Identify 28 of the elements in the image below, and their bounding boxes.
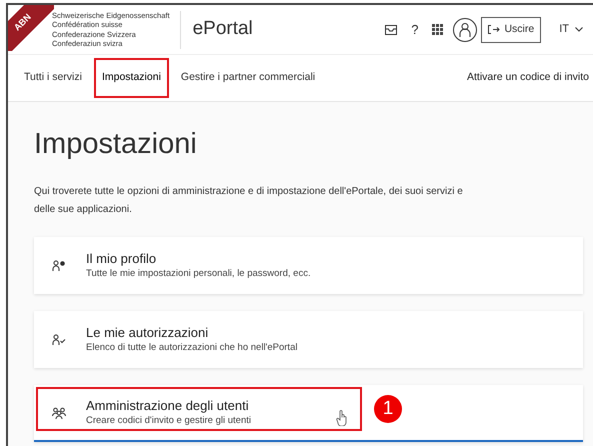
nav-tab[interactable]: Impostazioni [96, 60, 167, 96]
card-description: Elenco di tutte le autorizzazioni che ho nell'ePortal [86, 341, 298, 355]
hand-cursor-icon [336, 410, 348, 426]
language-selector[interactable]: IT [559, 21, 583, 38]
settings-card[interactable]: Il mio profilo Tutte le mie impostazioni personali, le password, ecc. [34, 237, 583, 294]
page-title: Impostazioni [34, 130, 198, 159]
mail-icon[interactable] [385, 24, 398, 34]
card-description: Creare codici d'invito e gestire gli utenti [86, 414, 251, 428]
card-title: Amministrazione degli utenti [86, 397, 250, 414]
users-icon [52, 406, 66, 418]
help-button[interactable]: ? [411, 20, 418, 40]
ribbon-banner [8, 5, 54, 51]
nav-tab[interactable]: Gestire i partner commerciali [174, 60, 322, 96]
app-title: ePortal [192, 17, 253, 42]
user-avatar-icon[interactable] [453, 18, 478, 42]
user-check-icon [52, 334, 66, 346]
user-settings-icon [52, 260, 66, 272]
apps-grid-icon[interactable] [432, 24, 444, 35]
card-title: Il mio profilo [86, 250, 158, 267]
logout-button[interactable]: Uscire [481, 16, 542, 42]
chevron-down-icon [575, 27, 583, 32]
intro-text: Qui troverete tutte le opzioni di amministrazione e di impostazione dell'ePortale, dei suoi servizi e delle sue applicazioni. [34, 185, 464, 217]
nav-tab[interactable]: Tutti i servizi [18, 60, 88, 96]
activate-invite-link[interactable]: Attivare un codice di invito [467, 70, 589, 86]
card-title: Le mie autorizzazioni [86, 324, 210, 341]
settings-card[interactable]: Le mie autorizzazioni Elenco di tutte le autorizzazioni che ho nell'ePortal [34, 311, 583, 368]
card-description: Tutte le mie impostazioni personali, le password, ecc. [86, 267, 311, 281]
logout-icon [488, 25, 500, 34]
